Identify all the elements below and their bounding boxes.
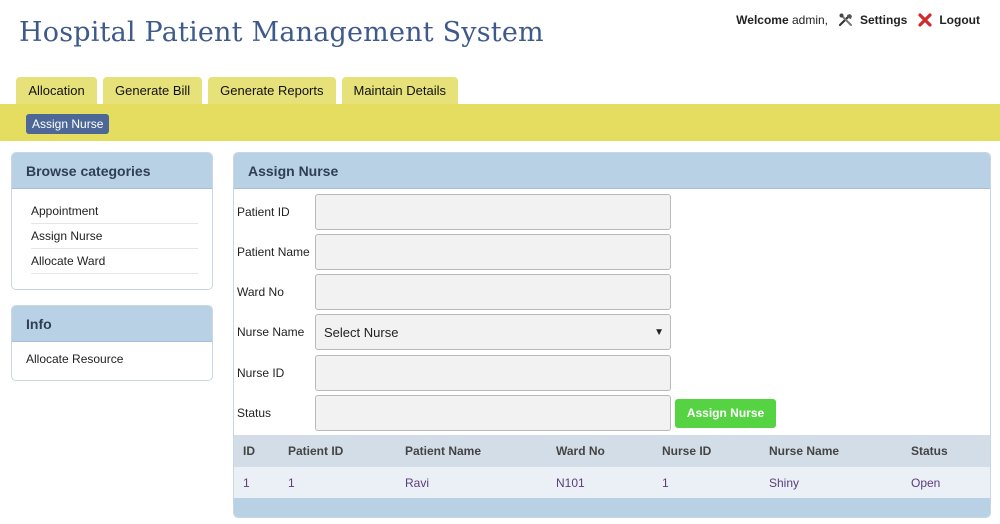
username: admin,	[791, 13, 828, 27]
tab-allocation[interactable]: Allocation	[16, 77, 97, 104]
header-nurse-name: Nurse Name	[769, 444, 840, 458]
category-list: Appointment Assign Nurse Allocate Ward	[12, 189, 212, 274]
header-patient-id: Patient ID	[288, 444, 344, 458]
tools-icon	[838, 13, 852, 27]
patient-id-input[interactable]	[315, 194, 671, 230]
cell-nurse-id: 1	[662, 476, 669, 490]
nurse-name-selected: Select Nurse	[324, 324, 399, 340]
status-row: Status Assign Nurse	[237, 395, 776, 431]
header-nurse-id: Nurse ID	[662, 444, 712, 458]
ward-no-input[interactable]	[315, 274, 671, 310]
settings-link[interactable]: Settings	[838, 12, 907, 28]
tab-generate-bill[interactable]: Generate Bill	[103, 77, 203, 104]
patient-id-label: Patient ID	[237, 205, 290, 219]
tab-maintain-details[interactable]: Maintain Details	[341, 77, 458, 104]
patient-name-row: Patient Name	[237, 234, 671, 270]
category-assign-nurse[interactable]: Assign Nurse	[31, 224, 198, 249]
status-label: Status	[237, 406, 272, 420]
sub-navigation-bar: Assign Nurse	[0, 104, 1000, 141]
assign-nurse-title: Assign Nurse	[234, 153, 990, 189]
browse-categories-panel: Browse categories Appointment Assign Nur…	[11, 152, 213, 290]
assign-nurse-button[interactable]: Assign Nurse	[675, 398, 776, 428]
ward-no-label: Ward No	[237, 285, 284, 299]
settings-label: Settings	[860, 13, 908, 27]
header-ward-no: Ward No	[556, 444, 605, 458]
cell-status: Open	[911, 476, 941, 490]
cell-patient-id: 1	[288, 476, 295, 490]
nurse-id-row: Nurse ID	[237, 355, 671, 391]
table-footer	[234, 498, 990, 517]
cell-nurse-name: Shiny	[769, 476, 800, 490]
app-title: Hospital Patient Management System	[19, 17, 544, 48]
header-status: Status	[911, 444, 948, 458]
cell-ward-no: N101	[556, 476, 585, 490]
nurse-id-input[interactable]	[315, 355, 671, 391]
patient-name-input[interactable]	[315, 234, 671, 270]
tab-generate-reports[interactable]: Generate Reports	[208, 77, 336, 104]
browse-categories-title: Browse categories	[12, 153, 212, 189]
main-tabs: Allocation Generate Bill Generate Report…	[16, 77, 464, 104]
info-allocate-resource[interactable]: Allocate Resource	[12, 342, 212, 376]
subnav-assign-nurse[interactable]: Assign Nurse	[26, 114, 110, 134]
welcome-text: Welcome admin,	[736, 13, 828, 27]
cell-id: 1	[243, 476, 250, 490]
logout-link[interactable]: Logout	[917, 12, 980, 28]
ward-no-row: Ward No	[237, 274, 671, 310]
patient-id-row: Patient ID	[237, 194, 671, 230]
info-title: Info	[12, 306, 212, 342]
header-id: ID	[243, 444, 255, 458]
cell-patient-name: Ravi	[405, 476, 430, 490]
user-bar: Welcome admin, Settings Logout	[736, 12, 980, 28]
dropdown-arrow-icon: ▼	[654, 326, 664, 338]
patient-name-label: Patient Name	[237, 245, 310, 259]
nurse-name-label: Nurse Name	[237, 325, 305, 339]
category-appointment[interactable]: Appointment	[31, 199, 198, 224]
logout-label: Logout	[939, 13, 980, 27]
nurse-name-select[interactable]: Select Nurse ▼	[315, 314, 671, 350]
category-allocate-ward[interactable]: Allocate Ward	[31, 249, 198, 274]
table-row[interactable]: 1 1 Ravi N101 1 Shiny Open	[234, 467, 990, 499]
assign-nurse-panel: Assign Nurse Patient ID Patient Name War…	[233, 152, 991, 518]
assignment-table: ID Patient ID Patient Name Ward No Nurse…	[234, 435, 990, 499]
header-patient-name: Patient Name	[405, 444, 482, 458]
table-header: ID Patient ID Patient Name Ward No Nurse…	[234, 435, 990, 467]
status-input[interactable]	[315, 395, 671, 431]
nurse-name-row: Nurse Name Select Nurse ▼	[237, 314, 671, 350]
info-panel: Info Allocate Resource	[11, 305, 213, 381]
welcome-label: Welcome	[736, 13, 789, 27]
close-x-icon	[918, 13, 932, 27]
nurse-id-label: Nurse ID	[237, 366, 285, 380]
